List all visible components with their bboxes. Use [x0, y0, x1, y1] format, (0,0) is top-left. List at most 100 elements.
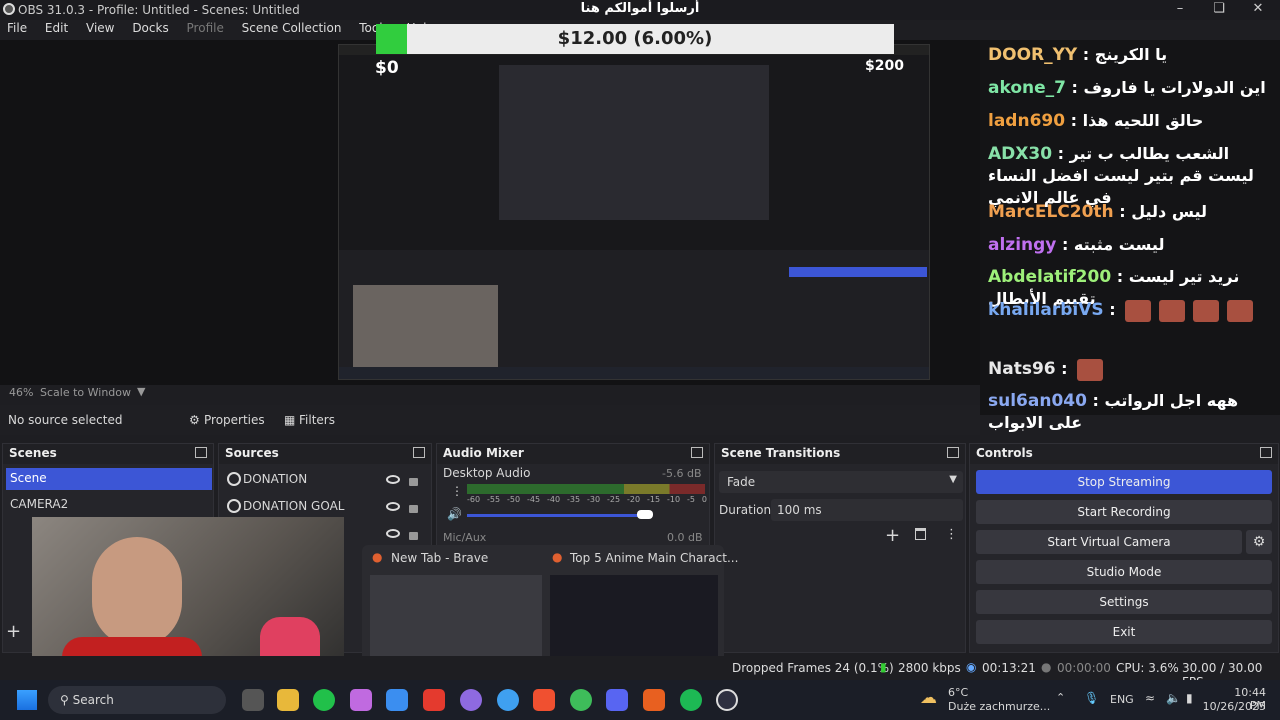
- close-button[interactable]: ✕: [1240, 1, 1276, 19]
- transition-select[interactable]: Fade ▼: [719, 471, 963, 493]
- filter-icon[interactable]: ▦: [284, 413, 295, 427]
- zoom-bar: 46% Scale to Window ▼: [0, 385, 980, 401]
- browser-source-icon: [227, 499, 241, 513]
- discord-icon[interactable]: [606, 689, 628, 711]
- signal-icon: ▮: [880, 660, 887, 674]
- lock-icon[interactable]: [409, 478, 418, 486]
- dock-float-icon[interactable]: [195, 447, 207, 458]
- more-options-icon[interactable]: ⋮: [451, 484, 463, 498]
- app-icon[interactable]: [423, 689, 445, 711]
- window-title: OBS 31.0.3 - Profile: Untitled - Scenes:…: [18, 3, 300, 17]
- xbox-icon[interactable]: [313, 689, 335, 711]
- brave-tab-thumbnail[interactable]: [370, 575, 542, 663]
- dock-float-icon[interactable]: [947, 447, 959, 458]
- donation-title: أرسلوا أموالكم هنا: [580, 1, 700, 16]
- filters-button[interactable]: Filters: [299, 413, 335, 427]
- source-item[interactable]: DONATION GOAL: [243, 499, 344, 513]
- start-recording-button[interactable]: Start Recording: [976, 500, 1272, 524]
- clock-date[interactable]: 10/26/2025: [1200, 700, 1266, 713]
- dock-float-icon[interactable]: [1260, 447, 1272, 458]
- microphone-icon[interactable]: 🎙: [1084, 691, 1099, 705]
- scene-transitions-title: Scene Transitions: [715, 444, 965, 464]
- speaker-icon[interactable]: 🔊: [447, 507, 462, 521]
- anime-tab-thumbnail[interactable]: [550, 575, 718, 663]
- task-view-icon[interactable]: [242, 689, 264, 711]
- studio-mode-button[interactable]: Studio Mode: [976, 560, 1272, 584]
- lock-icon[interactable]: [409, 532, 418, 540]
- chevron-down-icon[interactable]: ▼: [137, 385, 145, 398]
- maximize-button[interactable]: ❏: [1201, 1, 1237, 19]
- more-options-icon[interactable]: ⋮: [945, 527, 958, 542]
- add-scene-button[interactable]: +: [6, 621, 21, 642]
- controls-title: Controls: [970, 444, 1278, 464]
- desktop-audio-db: -5.6 dB: [662, 467, 702, 480]
- brave-taskbar-icon[interactable]: [533, 689, 555, 711]
- add-transition-button[interactable]: +: [885, 525, 900, 546]
- chat-text: حالق اللحيه هذا: [1082, 111, 1204, 130]
- speaker-icon[interactable]: 🔈: [1166, 691, 1181, 705]
- visibility-icon[interactable]: [386, 529, 400, 538]
- taskbar-search[interactable]: ⚲ Search: [48, 686, 226, 714]
- visibility-icon[interactable]: [386, 502, 400, 511]
- exit-button[interactable]: Exit: [976, 620, 1272, 644]
- menu-scene-collection[interactable]: Scene Collection: [235, 20, 349, 36]
- chat-username: Nats96: [988, 359, 1056, 379]
- menu-edit[interactable]: Edit: [38, 20, 75, 36]
- copilot-icon[interactable]: [350, 689, 372, 711]
- start-virtual-camera-button[interactable]: Start Virtual Camera: [976, 530, 1242, 554]
- audio-mixer-title: Audio Mixer: [437, 444, 709, 464]
- volume-slider[interactable]: [467, 514, 647, 517]
- chat-message: alzingy : ليست مثبته: [988, 235, 1165, 255]
- weather-temp: 6°C: [948, 686, 969, 699]
- source-item[interactable]: DONATION: [243, 472, 307, 486]
- file-explorer-icon[interactable]: [277, 689, 299, 711]
- scene-item[interactable]: CAMERA2: [6, 494, 212, 516]
- settings-button[interactable]: Settings: [976, 590, 1272, 614]
- anime-tab-title[interactable]: Top 5 Anime Main Charact...: [570, 551, 738, 565]
- chevron-down-icon: ▼: [949, 474, 957, 485]
- dock-float-icon[interactable]: [413, 447, 425, 458]
- donation-min-label: $0: [375, 58, 399, 78]
- trash-icon[interactable]: [915, 528, 926, 540]
- dock-float-icon[interactable]: [691, 447, 703, 458]
- visibility-icon[interactable]: [386, 475, 400, 484]
- chevron-up-icon[interactable]: ⌃: [1056, 691, 1065, 704]
- obs-logo-icon: [3, 3, 15, 15]
- scene-item[interactable]: Scene: [6, 468, 212, 490]
- windows-start-icon[interactable]: [17, 690, 37, 710]
- emote-icon: [1227, 299, 1254, 322]
- duration-input[interactable]: 100 ms: [771, 499, 963, 521]
- wifi-icon[interactable]: ≈: [1145, 691, 1155, 705]
- lock-icon[interactable]: [409, 505, 418, 513]
- dropped-frames: Dropped Frames 24 (0.1%): [732, 661, 894, 675]
- language-indicator[interactable]: ENG: [1110, 693, 1134, 706]
- scale-mode[interactable]: Scale to Window: [40, 386, 131, 399]
- scenes-title: Scenes: [3, 444, 213, 464]
- spotify-icon[interactable]: [680, 689, 702, 711]
- chat-username: alzingy: [988, 235, 1057, 255]
- game-icon[interactable]: [643, 689, 665, 711]
- obs-taskbar-icon[interactable]: [716, 689, 738, 711]
- gear-icon[interactable]: ⚙: [1246, 530, 1272, 554]
- source-toolbar: No source selected ⚙ Properties ▦ Filter…: [0, 405, 980, 435]
- battery-icon[interactable]: ▮: [1186, 691, 1193, 705]
- chat-message: Nats96 :: [988, 358, 1273, 381]
- whatsapp-icon[interactable]: [570, 689, 592, 711]
- store-icon[interactable]: [386, 689, 408, 711]
- chat-message: akone_7 : اين الدولارات يا فاروف: [988, 78, 1266, 98]
- emote-icon: [1193, 299, 1220, 322]
- menu-profile[interactable]: Profile: [180, 20, 231, 36]
- minimize-button[interactable]: –: [1162, 1, 1198, 19]
- chrome-icon[interactable]: [497, 689, 519, 711]
- menu-file[interactable]: File: [0, 20, 34, 36]
- brave-tab-title[interactable]: New Tab - Brave: [391, 551, 488, 565]
- gear-icon[interactable]: ⚙: [189, 413, 200, 427]
- menu-docks[interactable]: Docks: [125, 20, 175, 36]
- chat-text: اين الدولارات يا فاروف: [1083, 78, 1266, 97]
- menu-view[interactable]: View: [79, 20, 121, 36]
- record-time: 00:00:00: [1057, 661, 1111, 675]
- volume-slider-handle[interactable]: [637, 510, 653, 519]
- stop-streaming-button[interactable]: Stop Streaming: [976, 470, 1272, 494]
- messenger-icon[interactable]: [460, 689, 482, 711]
- properties-button[interactable]: Properties: [204, 413, 265, 427]
